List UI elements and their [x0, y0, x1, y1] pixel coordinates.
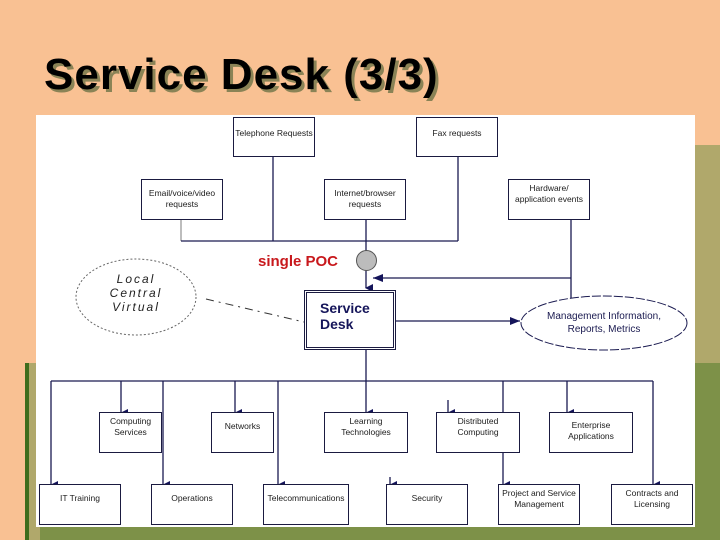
group-distributed-computing: Distributed Computing: [436, 412, 520, 453]
group-computing-services: Computing Services: [99, 412, 162, 453]
group-contracts-licensing: Contracts and Licensing: [611, 484, 693, 525]
poc-node: [356, 250, 377, 271]
group-enterprise-applications: Enterprise Applications: [549, 412, 633, 453]
slide-title: Service Desk (3/3): [44, 50, 439, 99]
management-reports-node: Management Information, Reports, Metrics: [547, 311, 661, 335]
decorative-band-olive: [695, 145, 720, 363]
input-telephone: Telephone Requests: [233, 117, 315, 157]
group-networks: Networks: [211, 412, 274, 453]
input-hardware: Hardware/ application events: [508, 179, 590, 220]
diagram-canvas: Telephone Requests Fax requests Email/vo…: [36, 115, 695, 527]
input-email: Email/voice/video requests: [141, 179, 223, 220]
service-desk-box: Service Desk: [304, 290, 396, 350]
group-learning-technologies: Learning Technologies: [324, 412, 408, 453]
poc-label: single POC: [258, 253, 339, 270]
group-security: Security: [386, 484, 468, 525]
model-local: Local: [116, 272, 156, 286]
group-telecommunications: Telecommunications: [263, 484, 349, 525]
input-fax: Fax requests: [416, 117, 498, 157]
model-virtual: Virtual: [112, 300, 160, 314]
group-operations: Operations: [151, 484, 233, 525]
support-models-cloud: Local Central Virtual: [76, 258, 196, 336]
decorative-band-green: [695, 363, 720, 540]
dashed-link-models: [205, 298, 305, 323]
decorative-stripe-left: [25, 363, 29, 540]
model-central: Central: [109, 286, 163, 300]
group-it-training: IT Training: [39, 484, 121, 525]
decorative-band-bottom: [40, 527, 720, 540]
input-internet: Internet/browser requests: [324, 179, 406, 220]
group-project-service-management: Project and Service Management: [498, 484, 580, 525]
